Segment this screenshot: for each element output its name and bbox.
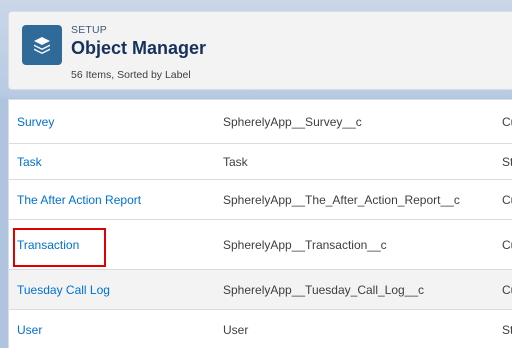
layers-icon (22, 25, 62, 65)
object-type: Cu (502, 237, 512, 252)
table-row: Survey SpherelyApp__Survey__c Cu (9, 100, 512, 144)
table-row: User User St (9, 310, 512, 348)
object-label-link[interactable]: User (17, 323, 42, 337)
item-count: 56 Items, Sorted by Label (71, 69, 191, 81)
api-name: SpherelyApp__The_After_Action_Report__c (223, 192, 460, 207)
object-label-link[interactable]: Task (17, 155, 42, 169)
api-name: Task (223, 154, 248, 169)
setup-label: SETUP (71, 24, 108, 36)
api-name: SpherelyApp__Survey__c (223, 114, 362, 129)
table-row: Tuesday Call Log SpherelyApp__Tuesday_Ca… (9, 270, 512, 310)
objects-table: Survey SpherelyApp__Survey__c Cu Task Ta… (8, 99, 512, 348)
object-label-link[interactable]: The After Action Report (17, 193, 141, 207)
api-name: SpherelyApp__Transaction__c (223, 237, 387, 252)
object-type: St (502, 154, 512, 169)
api-name: SpherelyApp__Tuesday_Call_Log__c (223, 282, 425, 297)
object-type: Cu (502, 114, 512, 129)
object-type: Cu (502, 192, 512, 207)
page-title: Object Manager (71, 38, 207, 58)
object-label-link[interactable]: Survey (17, 115, 54, 129)
api-name: User (223, 322, 249, 337)
object-manager-header: SETUP Object Manager 56 Items, Sorted by… (8, 11, 512, 90)
table-row: The After Action Report SpherelyApp__The… (9, 180, 512, 220)
object-type: St (502, 322, 512, 337)
table-row: Task Task St (9, 144, 512, 180)
object-type: Cu (502, 282, 512, 297)
object-label-link[interactable]: Tuesday Call Log (17, 283, 110, 297)
highlight-box (13, 228, 106, 267)
